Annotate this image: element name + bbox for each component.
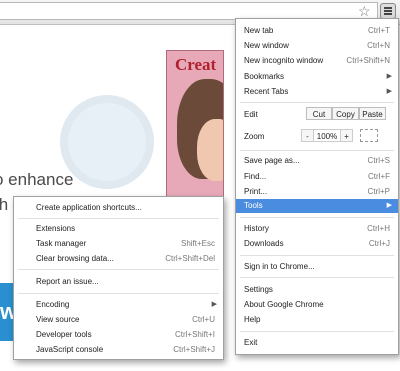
- menu-label: View source: [36, 315, 80, 324]
- menu-item-extensions[interactable]: Extensions: [14, 222, 223, 236]
- menu-label: New tab: [244, 26, 274, 35]
- chrome-main-menu: New tab Ctrl+T New window Ctrl+N New inc…: [235, 18, 399, 355]
- menu-item-report-issue[interactable]: Report an issue...: [14, 275, 223, 289]
- tools-submenu: Create application shortcuts... Extensio…: [13, 196, 224, 360]
- menu-item-history[interactable]: History Ctrl+H: [236, 222, 398, 236]
- menu-separator: [240, 150, 394, 151]
- menu-shortcut: Ctrl+J: [368, 239, 390, 248]
- menu-item-recent-tabs[interactable]: Recent Tabs ▶: [236, 85, 398, 99]
- menu-separator: [240, 255, 394, 256]
- page-headline: o enhance: [0, 170, 74, 189]
- menu-item-sign-in[interactable]: Sign in to Chrome...: [236, 260, 398, 274]
- paste-button[interactable]: Paste: [359, 107, 386, 120]
- menu-label: New incognito window: [244, 56, 324, 65]
- menu-label: Exit: [244, 338, 258, 347]
- menu-separator: [18, 293, 219, 294]
- menu-item-new-tab[interactable]: New tab Ctrl+T: [236, 24, 398, 38]
- menu-label: Zoom: [244, 132, 265, 141]
- menu-item-exit[interactable]: Exit: [236, 336, 398, 350]
- menu-item-print[interactable]: Print... Ctrl+P: [236, 185, 398, 199]
- menu-label: Find...: [244, 172, 267, 181]
- menu-label: Create application shortcuts...: [36, 203, 142, 212]
- menu-label: Recent Tabs: [244, 87, 289, 96]
- menu-label: Developer tools: [36, 330, 92, 339]
- menu-item-task-manager[interactable]: Task manager Shift+Esc: [14, 237, 223, 251]
- menu-label: Sign in to Chrome...: [244, 262, 315, 271]
- menu-shortcut: Ctrl+F: [368, 172, 390, 181]
- menu-label: Edit: [244, 110, 258, 119]
- zoom-out-button[interactable]: -: [301, 129, 314, 142]
- menu-item-save-page[interactable]: Save page as... Ctrl+S: [236, 154, 398, 168]
- menu-item-find[interactable]: Find... Ctrl+F: [236, 170, 398, 184]
- menu-item-downloads[interactable]: Downloads Ctrl+J: [236, 237, 398, 251]
- menu-label: Bookmarks: [244, 72, 285, 81]
- zoom-in-button[interactable]: +: [340, 129, 353, 142]
- menu-label: New window: [244, 41, 289, 50]
- menu-separator: [240, 277, 394, 278]
- menu-label: Extensions: [36, 224, 76, 233]
- menu-item-edit: Edit Cut Copy Paste: [236, 107, 398, 122]
- menu-separator: [18, 269, 219, 270]
- magnifier-watermark: [60, 95, 154, 189]
- menu-shortcut: Ctrl+Shift+N: [346, 56, 390, 65]
- menu-shortcut: Ctrl+H: [367, 224, 390, 233]
- menu-label: Print...: [244, 187, 268, 196]
- copy-button[interactable]: Copy: [332, 107, 359, 120]
- submenu-arrow-icon: ▶: [386, 88, 392, 95]
- menu-label: Report an issue...: [36, 277, 99, 286]
- submenu-arrow-icon: ▶: [386, 202, 392, 209]
- menu-item-new-window[interactable]: New window Ctrl+N: [236, 39, 398, 53]
- menu-item-settings[interactable]: Settings: [236, 283, 398, 297]
- menu-item-create-shortcuts[interactable]: Create application shortcuts...: [14, 201, 223, 215]
- menu-shortcut: Ctrl+U: [192, 315, 215, 324]
- submenu-arrow-icon: ▶: [211, 301, 217, 308]
- submenu-arrow-icon: ▶: [386, 73, 392, 80]
- menu-item-js-console[interactable]: JavaScript console Ctrl+Shift+J: [14, 343, 223, 357]
- menu-shortcut: Shift+Esc: [180, 239, 215, 248]
- menu-item-about[interactable]: About Google Chrome: [236, 298, 398, 312]
- portrait-photo: [177, 79, 223, 181]
- menu-shortcut: Ctrl+Shift+Del: [165, 254, 215, 263]
- menu-shortcut: Ctrl+T: [368, 26, 390, 35]
- menu-shortcut: Ctrl+S: [367, 156, 390, 165]
- menu-item-tools[interactable]: Tools ▶: [236, 199, 398, 213]
- menu-label: JavaScript console: [36, 345, 104, 354]
- menu-label: Save page as...: [244, 156, 300, 165]
- menu-separator: [240, 331, 394, 332]
- menu-item-bookmarks[interactable]: Bookmarks ▶: [236, 70, 398, 84]
- menu-item-zoom: Zoom - 100% +: [236, 129, 398, 144]
- star-icon[interactable]: ☆: [358, 3, 371, 19]
- page-headline-line2: th: [0, 195, 9, 214]
- menu-label: Encoding: [36, 300, 70, 309]
- menu-label: Downloads: [244, 239, 284, 248]
- menu-item-encoding[interactable]: Encoding ▶: [14, 298, 223, 312]
- promo-image: Creat: [166, 50, 224, 200]
- chrome-menu-icon[interactable]: [380, 3, 396, 19]
- fullscreen-icon[interactable]: [360, 129, 378, 142]
- menu-item-developer-tools[interactable]: Developer tools Ctrl+Shift+I: [14, 328, 223, 342]
- menu-label: About Google Chrome: [244, 300, 324, 309]
- menu-label: Task manager: [36, 239, 87, 248]
- menu-item-clear-data[interactable]: Clear browsing data... Ctrl+Shift+Del: [14, 252, 223, 266]
- menu-item-help[interactable]: Help: [236, 313, 398, 327]
- menu-label: Help: [244, 315, 261, 324]
- menu-separator: [240, 102, 394, 103]
- menu-label: History: [244, 224, 269, 233]
- blue-banner-letter: w: [0, 299, 13, 324]
- menu-label: Tools: [244, 201, 263, 210]
- blue-banner: w: [0, 283, 13, 341]
- promo-title: Creat: [175, 55, 217, 74]
- menu-label: Clear browsing data...: [36, 254, 114, 263]
- menu-label: Settings: [244, 285, 273, 294]
- menu-shortcut: Ctrl+P: [367, 187, 390, 196]
- menu-shortcut: Ctrl+N: [367, 41, 390, 50]
- menu-item-new-incognito[interactable]: New incognito window Ctrl+Shift+N: [236, 54, 398, 68]
- zoom-level: 100%: [314, 129, 340, 142]
- menu-shortcut: Ctrl+Shift+J: [173, 345, 215, 354]
- cut-button[interactable]: Cut: [306, 107, 332, 120]
- menu-shortcut: Ctrl+Shift+I: [174, 330, 215, 339]
- menu-item-view-source[interactable]: View source Ctrl+U: [14, 313, 223, 327]
- menu-separator: [18, 218, 219, 219]
- menu-separator: [240, 217, 394, 218]
